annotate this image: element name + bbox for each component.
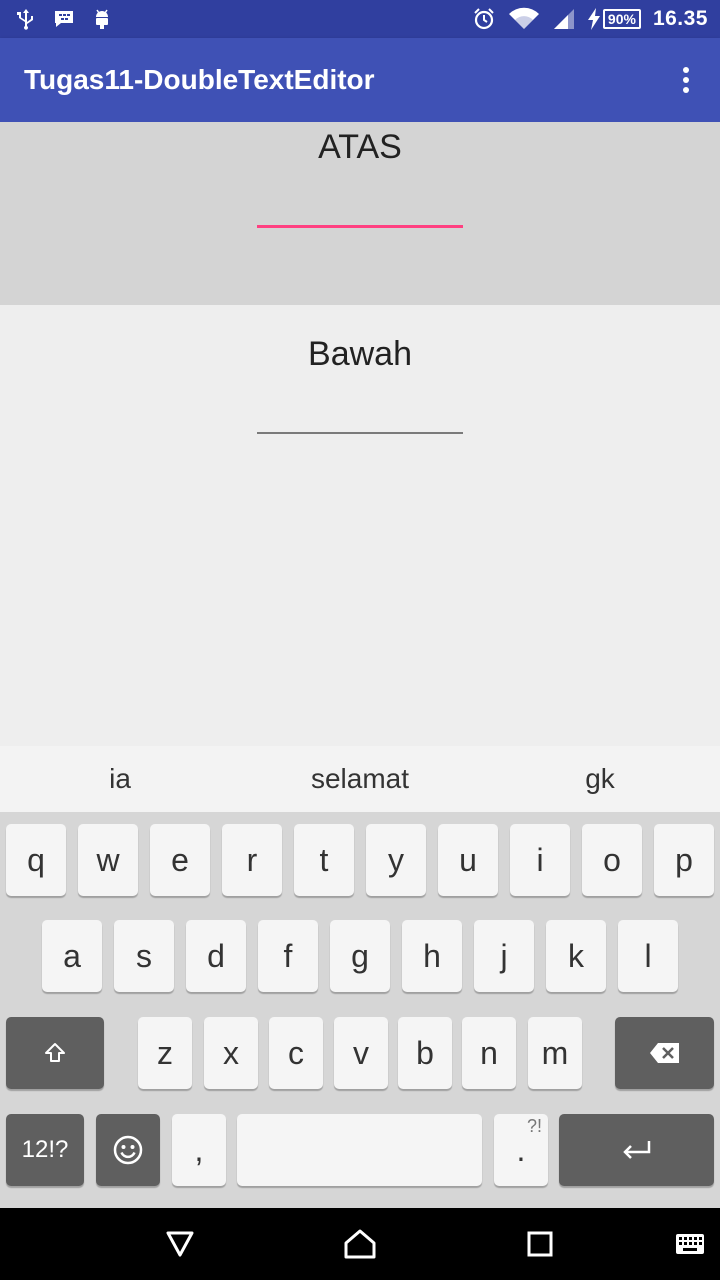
key-l[interactable]: l xyxy=(618,920,678,992)
key-k[interactable]: k xyxy=(546,920,606,992)
key-j[interactable]: j xyxy=(474,920,534,992)
key-h[interactable]: h xyxy=(402,920,462,992)
suggestion-item[interactable]: ia xyxy=(0,746,240,812)
suggestion-strip: ia selamat gk xyxy=(0,746,720,812)
key-p[interactable]: p xyxy=(654,824,714,896)
period-key-label: . xyxy=(516,1131,526,1168)
soft-keyboard: q w e r t y u i o p a s d f g h j k l z … xyxy=(0,812,720,1208)
key-a[interactable]: a xyxy=(42,920,102,992)
emoji-key[interactable] xyxy=(96,1114,160,1186)
key-y[interactable]: y xyxy=(366,824,426,896)
app-title: Tugas11-DoubleTextEditor xyxy=(24,64,375,95)
atas-text-field[interactable] xyxy=(257,188,463,228)
key-x[interactable]: x xyxy=(204,1017,258,1089)
key-o[interactable]: o xyxy=(582,824,642,896)
key-g[interactable]: g xyxy=(330,920,390,992)
back-icon[interactable] xyxy=(160,1226,200,1262)
bbm-icon xyxy=(52,7,76,31)
comma-key[interactable]: , xyxy=(172,1114,226,1186)
key-n[interactable]: n xyxy=(462,1017,516,1089)
keyboard-switch-icon[interactable] xyxy=(670,1226,710,1262)
key-c[interactable]: c xyxy=(269,1017,323,1089)
key-v[interactable]: v xyxy=(334,1017,388,1089)
key-q[interactable]: q xyxy=(6,824,66,896)
key-b[interactable]: b xyxy=(398,1017,452,1089)
usb-icon xyxy=(14,7,38,31)
battery-level: 90% xyxy=(602,9,641,29)
status-clock: 16.35 xyxy=(652,7,708,30)
key-w[interactable]: w xyxy=(78,824,138,896)
key-t[interactable]: t xyxy=(294,824,354,896)
app-bar: Tugas11-DoubleTextEditor xyxy=(0,38,720,122)
backspace-icon xyxy=(649,1043,679,1063)
android-debug-icon xyxy=(90,7,114,31)
panel-atas: ATAS xyxy=(0,122,720,305)
key-m[interactable]: m xyxy=(528,1017,582,1089)
battery-indicator: 90% xyxy=(587,8,641,30)
bawah-field-underline xyxy=(257,432,463,434)
key-i[interactable]: i xyxy=(510,824,570,896)
shift-icon xyxy=(45,1043,65,1062)
backspace-key[interactable] xyxy=(615,1017,714,1089)
suggestion-item[interactable]: gk xyxy=(480,746,720,812)
suggestion-item[interactable]: selamat xyxy=(240,746,480,812)
bawah-text-field[interactable] xyxy=(257,394,463,434)
enter-key[interactable] xyxy=(559,1114,714,1186)
status-bar: 90% 16.35 xyxy=(0,0,720,38)
signal-icon xyxy=(552,7,576,31)
period-key-hint: ?! xyxy=(526,1116,542,1136)
key-f[interactable]: f xyxy=(258,920,318,992)
bawah-label: Bawah xyxy=(308,335,412,373)
alarm-icon xyxy=(472,7,496,31)
more-vert-icon[interactable] xyxy=(668,62,704,98)
symbols-key[interactable]: 12!? xyxy=(6,1114,84,1186)
home-icon[interactable] xyxy=(340,1226,380,1262)
atas-label: ATAS xyxy=(318,128,402,166)
key-d[interactable]: d xyxy=(186,920,246,992)
navigation-bar xyxy=(0,1208,720,1280)
key-e[interactable]: e xyxy=(150,824,210,896)
shift-key[interactable] xyxy=(6,1017,104,1089)
atas-field-underline xyxy=(257,225,463,228)
charging-icon xyxy=(587,8,600,30)
key-z[interactable]: z xyxy=(138,1017,192,1089)
key-s[interactable]: s xyxy=(114,920,174,992)
emoji-icon xyxy=(113,1135,143,1165)
recents-icon[interactable] xyxy=(520,1226,560,1262)
enter-icon xyxy=(622,1141,650,1159)
panel-bawah: Bawah xyxy=(0,305,720,746)
space-key[interactable] xyxy=(237,1114,482,1186)
key-r[interactable]: r xyxy=(222,824,282,896)
wifi-icon xyxy=(508,7,540,31)
key-u[interactable]: u xyxy=(438,824,498,896)
period-key[interactable]: ?! . xyxy=(494,1114,548,1186)
